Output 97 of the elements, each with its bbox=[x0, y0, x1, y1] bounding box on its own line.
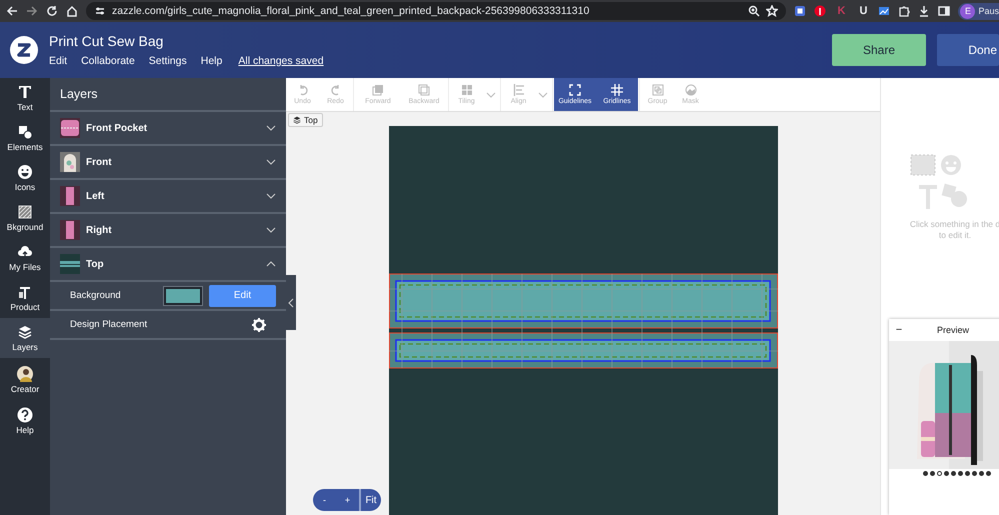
pager-dot[interactable] bbox=[923, 471, 928, 476]
rail-item[interactable]: Bkground bbox=[0, 198, 50, 238]
preview-title: Preview bbox=[937, 325, 970, 335]
rail-item[interactable]: Text bbox=[0, 78, 50, 118]
layer-name: Right bbox=[86, 224, 113, 236]
menu-item[interactable]: Edit bbox=[49, 55, 68, 67]
group-icon bbox=[652, 84, 664, 96]
layer-row[interactable]: Front Pocket bbox=[50, 112, 286, 146]
option-label: Design Placement bbox=[70, 319, 148, 330]
zoom-out-button[interactable]: - bbox=[313, 489, 336, 511]
rail-item[interactable]: Creator bbox=[0, 358, 50, 401]
logo-icon[interactable] bbox=[10, 36, 38, 64]
layer-row[interactable]: Front bbox=[50, 146, 286, 180]
grid-lines-icon bbox=[611, 84, 623, 96]
chevron-left-icon bbox=[288, 298, 294, 308]
view-label-text: Top bbox=[304, 115, 318, 125]
home-icon[interactable] bbox=[66, 5, 78, 17]
align-icon bbox=[512, 84, 524, 96]
rail-item[interactable]: Help bbox=[0, 401, 50, 441]
chart-icon[interactable] bbox=[878, 5, 890, 17]
option-label: Background bbox=[70, 290, 122, 301]
menu-item[interactable]: Collaborate bbox=[81, 55, 135, 67]
download-icon[interactable] bbox=[918, 5, 930, 17]
profile-initial: E bbox=[960, 4, 976, 18]
puzzle-icon[interactable] bbox=[898, 5, 910, 17]
redo-icon bbox=[330, 84, 342, 96]
pager-dot[interactable] bbox=[951, 471, 956, 476]
avatar-icon bbox=[17, 366, 33, 382]
view-label[interactable]: Top bbox=[288, 113, 323, 127]
smiley-icon bbox=[17, 164, 33, 180]
minimize-button[interactable]: − bbox=[889, 324, 909, 336]
zoom-in-button[interactable]: + bbox=[336, 489, 359, 511]
pager-dot[interactable] bbox=[944, 471, 949, 476]
rail-item[interactable]: Product bbox=[0, 278, 50, 318]
layers-icon bbox=[293, 116, 301, 124]
pager-dot[interactable] bbox=[937, 471, 942, 476]
profile-chip[interactable]: E Paus bbox=[958, 2, 999, 20]
profile-name: Paus bbox=[978, 6, 999, 16]
pager-dot[interactable] bbox=[930, 471, 935, 476]
chevron-down-icon[interactable] bbox=[266, 227, 276, 233]
product-icon bbox=[17, 284, 33, 300]
pattern-icon bbox=[17, 204, 33, 220]
layer-name: Front Pocket bbox=[86, 122, 148, 134]
forward-icon[interactable] bbox=[26, 5, 38, 17]
done-button[interactable]: Done bbox=[937, 34, 999, 66]
layer-name: Top bbox=[86, 258, 105, 270]
fit-button[interactable]: Fit bbox=[359, 489, 381, 511]
star-icon[interactable] bbox=[766, 5, 778, 17]
layer-row[interactable]: Left bbox=[50, 180, 286, 214]
corners-icon bbox=[569, 84, 581, 96]
text-icon bbox=[17, 84, 33, 100]
pager-dot[interactable] bbox=[979, 471, 984, 476]
design-title: Print Cut Sew Bag bbox=[49, 33, 164, 49]
save-status-link[interactable]: All changes saved bbox=[238, 55, 324, 67]
rail-item[interactable]: Icons bbox=[0, 158, 50, 198]
pager-dot[interactable] bbox=[986, 471, 991, 476]
layer-thumbnail bbox=[60, 118, 80, 138]
layers-icon bbox=[17, 324, 33, 340]
chevron-down-icon[interactable] bbox=[266, 125, 276, 131]
help-icon bbox=[17, 407, 33, 423]
layer-row[interactable]: Right bbox=[50, 214, 286, 248]
extension-icon[interactable]: U bbox=[856, 5, 870, 17]
color-swatch[interactable] bbox=[164, 286, 202, 304]
layer-name: Left bbox=[86, 190, 106, 202]
bring-forward-icon bbox=[372, 84, 384, 96]
share-button[interactable]: Share bbox=[832, 34, 926, 66]
chevron-up-icon[interactable] bbox=[266, 261, 276, 267]
chevron-down-icon[interactable] bbox=[266, 159, 276, 165]
rail-item[interactable]: Layers bbox=[0, 318, 50, 358]
menu-item[interactable]: Help bbox=[200, 55, 222, 67]
reload-icon[interactable] bbox=[46, 5, 58, 17]
rail-item[interactable]: My Files bbox=[0, 238, 50, 278]
pin-icon[interactable] bbox=[814, 5, 826, 17]
pager-dot[interactable] bbox=[958, 471, 963, 476]
settings-icon[interactable] bbox=[252, 318, 266, 332]
extension-icon[interactable] bbox=[794, 5, 806, 17]
collapse-panel-tab[interactable] bbox=[286, 275, 296, 330]
site-settings-icon[interactable] bbox=[94, 5, 106, 17]
design-canvas-drawing[interactable] bbox=[389, 126, 778, 515]
shapes-icon bbox=[17, 124, 33, 140]
rail-item[interactable]: Elements bbox=[0, 118, 50, 158]
send-backward-icon bbox=[418, 84, 430, 96]
back-icon[interactable] bbox=[6, 5, 18, 17]
layer-thumbnail bbox=[60, 152, 80, 172]
layer-thumbnail bbox=[60, 220, 80, 240]
pager-dot[interactable] bbox=[972, 471, 977, 476]
layer-thumbnail bbox=[60, 254, 80, 274]
sidebar-icon[interactable] bbox=[938, 5, 950, 17]
menu-item[interactable]: Settings bbox=[148, 55, 187, 67]
chevron-down-icon[interactable] bbox=[266, 193, 276, 199]
zoom-icon[interactable] bbox=[748, 5, 760, 17]
layer-row[interactable]: Top bbox=[50, 248, 286, 282]
grid-icon bbox=[460, 84, 472, 96]
mask-icon bbox=[684, 84, 696, 96]
layer-thumbnail bbox=[60, 186, 80, 206]
layer-name: Front bbox=[86, 156, 113, 168]
pager-dot[interactable] bbox=[965, 471, 970, 476]
